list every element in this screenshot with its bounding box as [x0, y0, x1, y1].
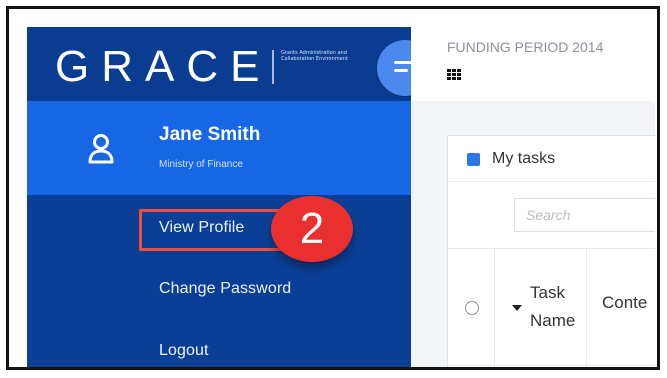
task-search-input[interactable]: [514, 198, 655, 232]
top-bar: FUNDING PERIOD 2014: [411, 27, 655, 101]
task-table-header: Task Name Conte: [448, 248, 655, 367]
user-icon: [88, 134, 114, 164]
grid-icon[interactable]: [447, 69, 461, 81]
select-all-radio[interactable]: [465, 301, 479, 315]
column-divider: [494, 249, 495, 367]
brand-header: GRACE Grants Administration and Collabor…: [27, 27, 411, 101]
column-divider: [586, 249, 587, 367]
left-sidebar: GRACE Grants Administration and Collabor…: [27, 27, 411, 367]
user-name: Jane Smith: [159, 124, 261, 145]
sort-caret-icon[interactable]: [512, 305, 522, 311]
logo-divider: [272, 50, 274, 84]
content-column-header[interactable]: Conte: [602, 293, 647, 313]
screenshot-frame: GRACE Grants Administration and Collabor…: [6, 6, 660, 370]
user-profile-summary: Jane Smith Ministry of Finance: [27, 101, 411, 195]
hamburger-line: [394, 69, 408, 72]
my-tasks-header: My tasks: [448, 136, 655, 182]
user-organization: Ministry of Finance: [159, 159, 243, 170]
task-name-column-header[interactable]: Task Name: [530, 279, 584, 335]
my-tasks-panel: My tasks Task Name Conte: [447, 135, 655, 367]
my-tasks-title: My tasks: [492, 150, 556, 167]
task-square-icon: [467, 153, 480, 166]
logo-tagline: Grants Administration and Collaboration …: [281, 50, 348, 62]
step-callout-badge: 2: [271, 196, 353, 262]
grace-app-window: GRACE Grants Administration and Collabor…: [27, 27, 655, 367]
funding-period-title: FUNDING PERIOD 2014: [447, 39, 604, 55]
logout-link[interactable]: Logout: [159, 342, 209, 360]
view-profile-highlight: [139, 209, 289, 251]
grace-logo: GRACE: [55, 42, 272, 91]
change-password-link[interactable]: Change Password: [159, 280, 291, 298]
